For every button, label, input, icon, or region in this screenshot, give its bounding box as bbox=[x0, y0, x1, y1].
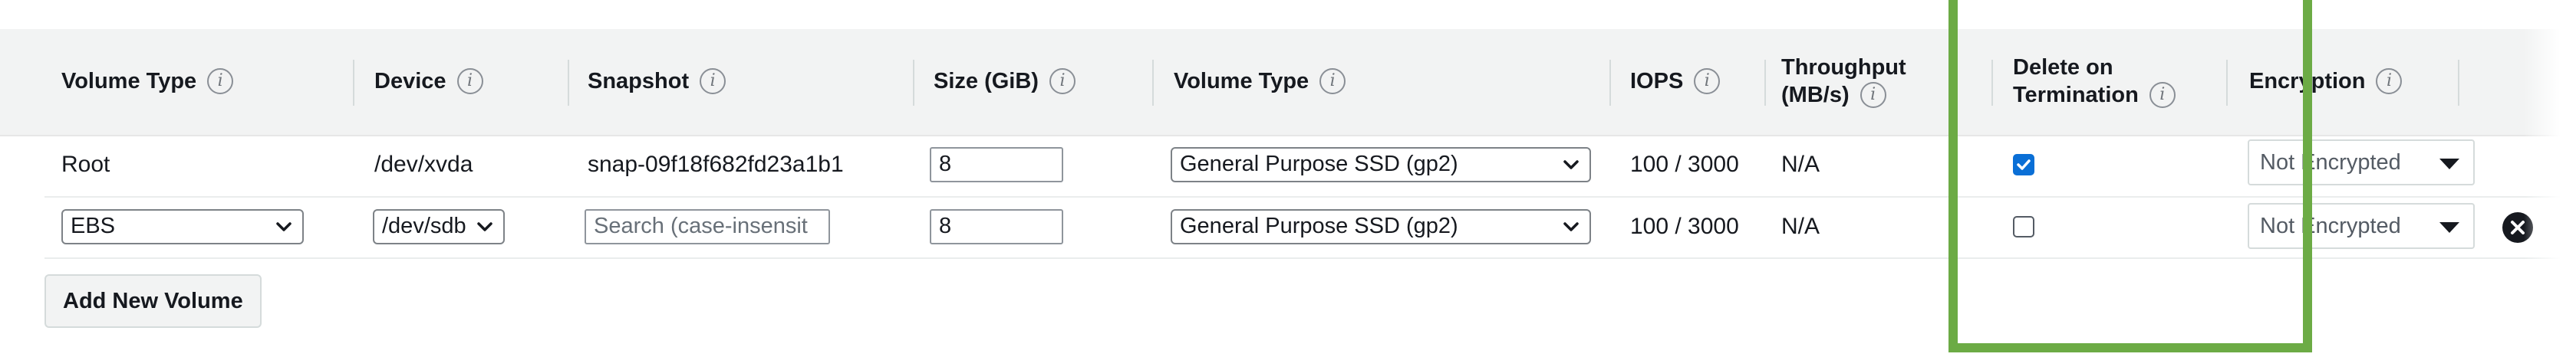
row2-iops: 100 / 3000 bbox=[1630, 214, 1739, 239]
row1-encryption-select[interactable]: Not Encrypted bbox=[2248, 139, 2475, 185]
column-divider[interactable] bbox=[1764, 60, 1766, 106]
header-label: Encryption bbox=[2249, 69, 2366, 93]
row2-snapshot-search-input[interactable]: Search (case-insensit bbox=[585, 209, 830, 244]
row1-device: /dev/xvda bbox=[374, 152, 473, 177]
header-label-line1: Delete on bbox=[2013, 55, 2113, 80]
header-label-line2: Termination bbox=[2013, 83, 2139, 107]
column-divider[interactable] bbox=[1609, 60, 1611, 106]
header-label: Device bbox=[374, 69, 446, 93]
select-value: EBS bbox=[71, 214, 116, 238]
row2-size-input[interactable]: 8 bbox=[930, 209, 1063, 244]
row2-volume-type-select[interactable]: General Purpose SSD (gp2) bbox=[1171, 209, 1591, 244]
info-icon[interactable]: i bbox=[1319, 68, 1346, 94]
info-icon[interactable]: i bbox=[456, 68, 483, 94]
row1-size-input[interactable]: 8 bbox=[930, 147, 1063, 182]
row2-device-select[interactable]: /dev/sdb bbox=[373, 209, 505, 244]
column-divider[interactable] bbox=[353, 60, 354, 106]
header-label-line1: Throughput bbox=[1781, 55, 1906, 80]
row1-delete-checkbox[interactable] bbox=[2013, 154, 2034, 175]
info-icon[interactable]: i bbox=[1860, 82, 1886, 108]
header-label: IOPS bbox=[1630, 69, 1684, 93]
header-label: Volume Type bbox=[1174, 69, 1309, 93]
select-value: General Purpose SSD (gp2) bbox=[1180, 152, 1458, 176]
caret-down-icon bbox=[2439, 222, 2459, 233]
header-label: Size (GiB) bbox=[934, 69, 1039, 93]
row-divider bbox=[44, 257, 2561, 259]
info-icon[interactable]: i bbox=[207, 68, 234, 94]
header-delete-on-termination: Delete on Termination i bbox=[2013, 54, 2176, 109]
column-divider[interactable] bbox=[2458, 60, 2459, 106]
header-label-line2: (MB/s) bbox=[1781, 83, 1850, 107]
add-new-volume-button[interactable]: Add New Volume bbox=[44, 274, 262, 328]
row2-throughput: N/A bbox=[1781, 214, 1820, 239]
scroll-fade bbox=[2524, 0, 2576, 357]
row1-iops: 100 / 3000 bbox=[1630, 152, 1739, 177]
column-divider[interactable] bbox=[1152, 60, 1154, 106]
header-label: Volume Type bbox=[61, 69, 197, 93]
column-divider[interactable] bbox=[568, 60, 569, 106]
checkmark-icon bbox=[2017, 159, 2031, 170]
row1-volume-type-select[interactable]: General Purpose SSD (gp2) bbox=[1171, 147, 1591, 182]
header-size: Size (GiB) i bbox=[934, 67, 1076, 95]
chevron-down-icon bbox=[276, 222, 292, 231]
header-snapshot: Snapshot i bbox=[588, 67, 726, 95]
row1-throughput: N/A bbox=[1781, 152, 1820, 177]
header-label: Snapshot bbox=[588, 69, 690, 93]
header-device: Device i bbox=[374, 67, 483, 95]
chevron-down-icon bbox=[477, 222, 492, 231]
row2-volume-type-select[interactable]: EBS bbox=[61, 209, 304, 244]
row-divider bbox=[44, 196, 2561, 198]
row2-delete-checkbox[interactable] bbox=[2013, 216, 2034, 237]
column-divider[interactable] bbox=[1991, 60, 1993, 106]
select-value: General Purpose SSD (gp2) bbox=[1180, 214, 1458, 238]
select-value: Not Encrypted bbox=[2260, 214, 2401, 238]
info-icon[interactable]: i bbox=[1694, 68, 1721, 94]
chevron-down-icon bbox=[1563, 222, 1579, 231]
info-icon[interactable]: i bbox=[700, 68, 726, 94]
row1-volume-type: Root bbox=[61, 152, 110, 177]
caret-down-icon bbox=[2439, 159, 2459, 169]
header-throughput: Throughput (MB/s) i bbox=[1781, 54, 1906, 109]
header-encryption: Encryption i bbox=[2249, 67, 2403, 95]
column-divider[interactable] bbox=[913, 60, 914, 106]
select-value: /dev/sdb bbox=[382, 214, 466, 238]
select-value: Not Encrypted bbox=[2260, 150, 2401, 175]
header-ebs-volume-type: Volume Type i bbox=[1174, 67, 1346, 95]
row2-encryption-select[interactable]: Not Encrypted bbox=[2248, 203, 2475, 249]
row1-snapshot: snap-09f18f682fd23a1b1 bbox=[588, 152, 844, 177]
chevron-down-icon bbox=[1563, 160, 1579, 169]
info-icon[interactable]: i bbox=[2149, 82, 2176, 108]
header-iops: IOPS i bbox=[1630, 67, 1721, 95]
info-icon[interactable]: i bbox=[2376, 68, 2403, 94]
info-icon[interactable]: i bbox=[1049, 68, 1076, 94]
column-divider[interactable] bbox=[2226, 60, 2228, 106]
header-volume-type: Volume Type i bbox=[61, 67, 234, 95]
